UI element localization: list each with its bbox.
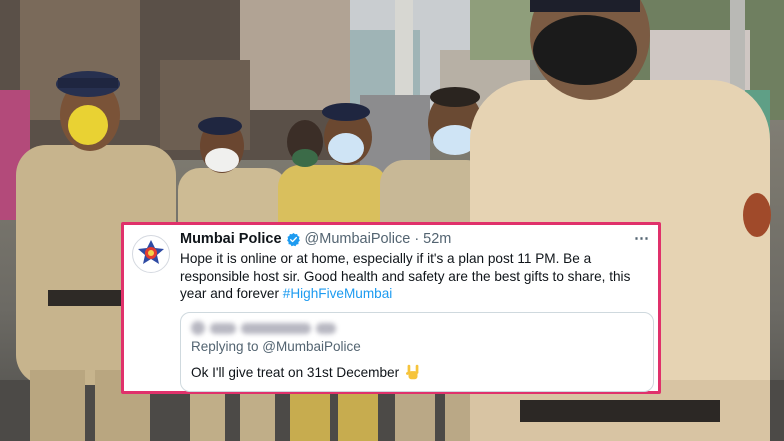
redacted-name <box>210 322 236 334</box>
tweet-text-main: Hope it is online or at home, especially… <box>180 251 631 301</box>
user-handle[interactable]: @MumbaiPolice <box>305 231 411 247</box>
redacted-user-info <box>191 321 361 335</box>
more-options-icon[interactable]: ⋯ <box>634 229 650 247</box>
hashtag-link[interactable]: #HighFiveMumbai <box>283 286 393 301</box>
display-name[interactable]: Mumbai Police <box>180 231 282 247</box>
redacted-handle <box>241 322 311 334</box>
quoted-reply[interactable]: Replying to @MumbaiPolice Ok I'll give t… <box>180 312 654 392</box>
replying-prefix: Replying to <box>191 339 263 354</box>
separator-dot: · <box>414 231 420 247</box>
redacted-time <box>316 322 336 334</box>
verified-badge-icon <box>286 232 301 247</box>
tweet-card: Mumbai Police @MumbaiPolice · 52m ⋯ Hope… <box>121 222 661 394</box>
redacted-avatar <box>191 321 205 335</box>
replying-to-line: Replying to @MumbaiPolice <box>191 339 361 354</box>
tweet-header: Mumbai Police @MumbaiPolice · 52m <box>180 229 648 249</box>
reply-text-row: Ok I'll give treat on 31st December <box>191 363 422 381</box>
reply-text: Ok I'll give treat on 31st December <box>191 364 400 380</box>
tweet-text: Hope it is online or at home, especially… <box>180 250 650 303</box>
sign-of-the-horns-emoji-icon <box>404 363 422 381</box>
mumbai-police-emblem-icon <box>132 235 170 273</box>
news-photo: Mumbai Police @MumbaiPolice · 52m ⋯ Hope… <box>0 0 784 441</box>
tweet-timestamp[interactable]: 52m <box>423 231 451 247</box>
replying-handle[interactable]: @MumbaiPolice <box>262 339 361 354</box>
